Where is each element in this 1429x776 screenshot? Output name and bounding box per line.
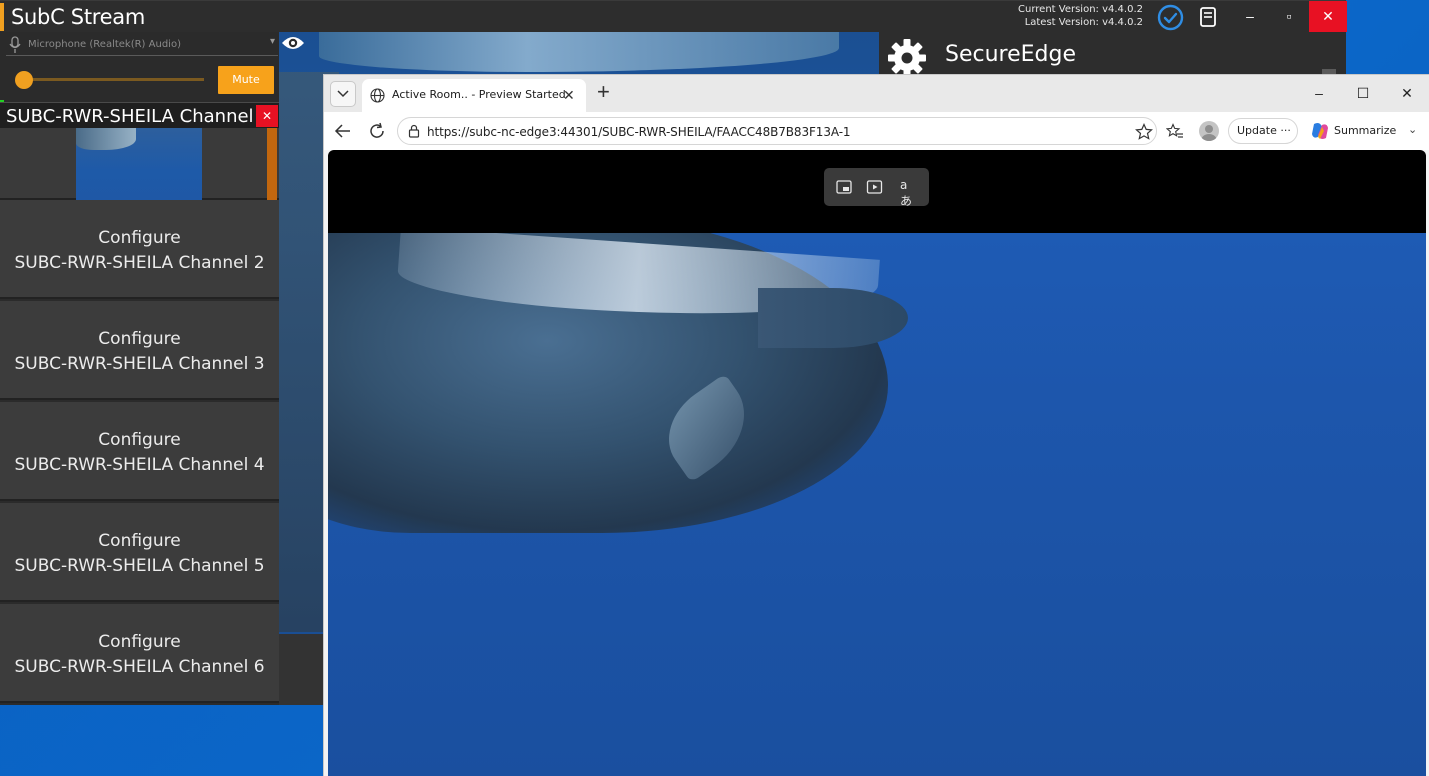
tab-close-button[interactable]: ✕: [563, 87, 575, 104]
profile-avatar[interactable]: [1199, 121, 1219, 141]
summarize-label: Summarize: [1334, 124, 1397, 137]
update-button[interactable]: Update ···: [1228, 118, 1298, 144]
configure-label: Configure: [98, 632, 181, 652]
copilot-icon: [1312, 123, 1328, 139]
configure-channel-2-button[interactable]: Configure SUBC-RWR-SHEILA Channel 2: [0, 200, 279, 299]
video-play-icon[interactable]: [866, 178, 884, 196]
browser-window: Active Room.. - Preview Started ✕ + – ☐ …: [323, 74, 1429, 776]
subc-minimize-button[interactable]: –: [1231, 1, 1269, 32]
channel-name-label: SUBC-RWR-SHEILA Channel 3: [14, 354, 265, 374]
summarize-button[interactable]: Summarize ⌄: [1304, 118, 1422, 144]
tab-active-room[interactable]: Active Room.. - Preview Started ✕: [362, 79, 586, 112]
address-bar[interactable]: https://subc-nc-edge3:44301/SUBC-RWR-SHE…: [397, 117, 1157, 145]
channel-name-label: SUBC-RWR-SHEILA Channel 4: [14, 455, 265, 475]
subc-maximize-button[interactable]: ▫: [1270, 1, 1308, 32]
configure-label: Configure: [98, 329, 181, 349]
app-title: SubC Stream: [11, 5, 145, 29]
mute-button[interactable]: Mute: [218, 66, 274, 94]
browser-maximize-button[interactable]: ☐: [1348, 81, 1378, 105]
channel-1-scrollbar[interactable]: [267, 128, 277, 200]
eye-icon[interactable]: [281, 34, 305, 52]
main-video-stream[interactable]: [328, 233, 1426, 776]
dolphin-shine-shape: [319, 32, 839, 72]
subc-accent-bar: [0, 3, 4, 31]
configure-channel-6-button[interactable]: Configure SUBC-RWR-SHEILA Channel 6: [0, 604, 279, 703]
configure-channel-3-button[interactable]: Configure SUBC-RWR-SHEILA Channel 3: [0, 301, 279, 400]
tab-actions-button[interactable]: [330, 81, 356, 107]
favorites-icon[interactable]: [1166, 123, 1184, 141]
tab-strip: Active Room.. - Preview Started ✕ + – ☐ …: [324, 75, 1429, 112]
chevron-down-icon: [337, 90, 349, 98]
globe-icon: [370, 88, 385, 103]
channel-1-close-button[interactable]: ✕: [256, 105, 278, 127]
lock-icon[interactable]: [407, 124, 421, 138]
channel-1-preview-video[interactable]: [76, 128, 202, 200]
channel-1-preview-area: [0, 128, 279, 200]
back-arrow-icon[interactable]: [334, 122, 352, 140]
tab-title: Active Room.. - Preview Started: [392, 88, 566, 101]
configure-label: Configure: [98, 228, 181, 248]
browser-minimize-button[interactable]: –: [1304, 81, 1334, 105]
channel-1-header: SUBC-RWR-SHEILA Channel 1 ✕: [0, 102, 279, 128]
notes-icon[interactable]: [1199, 6, 1217, 28]
reload-icon[interactable]: [368, 122, 386, 140]
check-circle-icon[interactable]: [1157, 4, 1184, 31]
subc-close-button[interactable]: ✕: [1309, 1, 1347, 32]
channel-name-label: SUBC-RWR-SHEILA Channel 2: [14, 253, 265, 273]
version-info: Current Version: v4.4.0.2 Latest Version…: [1018, 3, 1143, 29]
microphone-select[interactable]: Microphone (Realtek(R) Audio) ▾: [6, 34, 278, 56]
person-icon: [1201, 125, 1217, 141]
browser-close-button[interactable]: ✕: [1392, 81, 1422, 105]
channel-name-label: SUBC-RWR-SHEILA Channel 6: [14, 657, 265, 677]
channel-name-label: SUBC-RWR-SHEILA Channel 5: [14, 556, 265, 576]
subc-titlebar: SubC Stream Current Version: v4.4.0.2 La…: [0, 0, 1347, 32]
video-overlay-controls: aあ: [824, 168, 929, 208]
chevron-down-icon: ▾: [269, 36, 275, 47]
star-icon[interactable]: [1135, 123, 1153, 141]
channel-1-title: SUBC-RWR-SHEILA Channel 1: [6, 106, 271, 127]
current-version: Current Version: v4.4.0.2: [1018, 4, 1143, 15]
picture-in-picture-icon[interactable]: [835, 178, 853, 196]
gear-icon[interactable]: [887, 38, 927, 78]
latest-version: Latest Version: v4.4.0.2: [1024, 17, 1143, 28]
translate-icon[interactable]: aあ: [900, 178, 918, 208]
configure-label: Configure: [98, 531, 181, 551]
page-content: aあ: [328, 150, 1426, 776]
secure-edge-panel: SecureEdge: [879, 32, 1346, 78]
url-text: https://subc-nc-edge3:44301/SUBC-RWR-SHE…: [427, 125, 851, 139]
configure-label: Configure: [98, 430, 181, 450]
configure-channel-4-button[interactable]: Configure SUBC-RWR-SHEILA Channel 4: [0, 402, 279, 501]
browser-toolbar: https://subc-nc-edge3:44301/SUBC-RWR-SHE…: [324, 112, 1429, 150]
volume-slider-thumb[interactable]: [15, 71, 33, 89]
microphone-label: Microphone (Realtek(R) Audio): [28, 39, 181, 50]
microphone-icon: [9, 36, 21, 53]
secure-edge-title: SecureEdge: [945, 42, 1077, 67]
channel-panel: Microphone (Realtek(R) Audio) ▾ Mute SUB…: [0, 32, 279, 705]
configure-channel-5-button[interactable]: Configure SUBC-RWR-SHEILA Channel 5: [0, 503, 279, 602]
preview-dolphin-shape: [76, 128, 136, 150]
dolphin-snout-shape: [758, 288, 908, 348]
volume-slider-track[interactable]: [24, 78, 204, 81]
new-tab-button[interactable]: +: [597, 79, 610, 105]
chevron-down-icon: ⌄: [1408, 123, 1418, 136]
